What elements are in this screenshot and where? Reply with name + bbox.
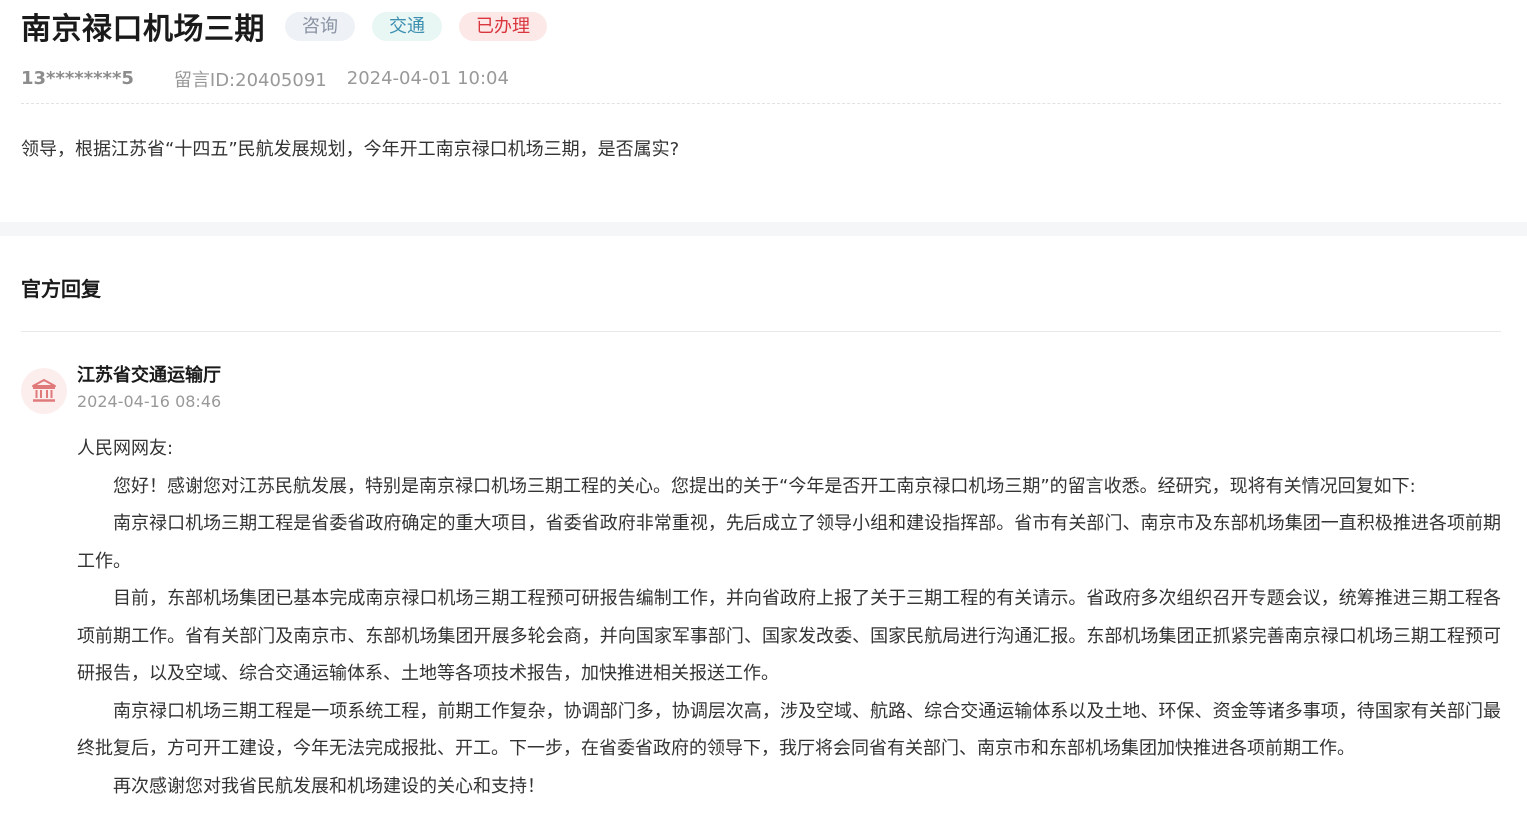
message-user: 13********5 — [21, 68, 134, 89]
reply-org: 江苏省交通运输厅 2024-04-16 08:46 — [21, 332, 1501, 415]
reply-heading: 官方回复 — [21, 236, 1501, 332]
reply-paragraph: 南京禄口机场三期工程是省委省政府确定的重大项目，省委省政府非常重视，先后成立了领… — [77, 513, 1501, 572]
reply-paragraph: 您好！感谢您对江苏民航发展，特别是南京禄口机场三期工程的关心。您提出的关于“今年… — [113, 475, 1416, 497]
page: 南京禄口机场三期 咨询 交通 已办理 13********5 留言ID:2040… — [0, 0, 1527, 829]
title-row: 南京禄口机场三期 咨询 交通 已办理 — [21, 0, 1501, 52]
org-name[interactable]: 江苏省交通运输厅 — [77, 363, 221, 389]
page-title: 南京禄口机场三期 — [21, 12, 265, 47]
message-id: 留言ID:20405091 — [173, 69, 327, 91]
status-badge: 已办理 — [459, 11, 547, 41]
reply-paragraph: 目前，东部机场集团已基本完成南京禄口机场三期工程预可研报告编制工作，并向省政府上… — [77, 588, 1501, 684]
reply-time: 2024-04-16 08:46 — [77, 392, 222, 411]
message-meta: 13********5 留言ID:20405091 2024-04-01 10:… — [21, 52, 1501, 104]
reply-paragraph: 南京禄口机场三期工程是一项系统工程，前期工作复杂，协调部门多，协调层次高，涉及空… — [77, 700, 1501, 760]
government-building-icon — [21, 368, 67, 414]
reply-section: 官方回复 江苏省交通运输厅 2024-04-16 08:46 人民网网友: 您好… — [0, 236, 1527, 805]
section-divider — [0, 222, 1527, 236]
reply-greeting: 人民网网友: — [77, 438, 174, 459]
message-section: 南京禄口机场三期 咨询 交通 已办理 13********5 留言ID:2040… — [0, 0, 1527, 222]
tag-domain[interactable]: 交通 — [372, 11, 442, 41]
org-info: 江苏省交通运输厅 2024-04-16 08:46 — [77, 363, 221, 415]
message-time: 2024-04-01 10:04 — [346, 68, 509, 89]
message-body: 领导，根据江苏省“十四五”民航发展规划，今年开工南京禄口机场三期，是否属实? — [21, 139, 680, 160]
reply-body: 人民网网友: 您好！感谢您对江苏民航发展，特别是南京禄口机场三期工程的关心。您提… — [77, 430, 1501, 805]
reply-paragraph: 再次感谢您对我省民航发展和机场建设的关心和支持！ — [113, 775, 545, 797]
tag-category[interactable]: 咨询 — [285, 11, 355, 41]
